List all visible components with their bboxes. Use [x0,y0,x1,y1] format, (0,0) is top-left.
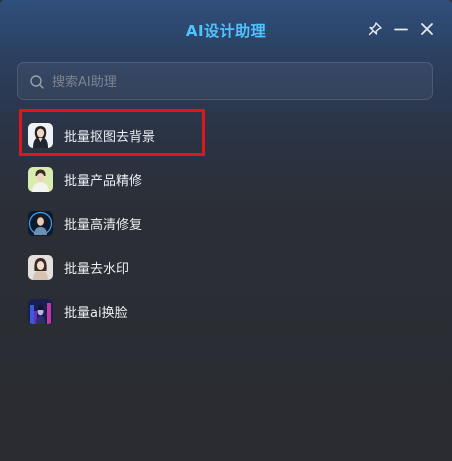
item-label: 批量抠图去背景 [64,129,156,145]
item-label: 批量ai换脸 [64,305,128,321]
minimize-icon [394,28,408,31]
ai-assistant-window: AI设计助理 搜索AI助理 批量抠图去背景 批量产品精修 批量高清修复 批量去水… [0,0,452,461]
avatar-woman-dark-blue-icon [28,210,53,236]
minimize-button[interactable] [391,19,411,39]
list-item-batch-remove-watermark[interactable]: 批量去水印 [0,245,452,289]
item-label: 批量产品精修 [64,173,143,189]
list-item-batch-ai-faceswap[interactable]: 批量ai换脸 [0,289,452,333]
close-icon [421,23,433,35]
search-icon [30,75,44,89]
close-button[interactable] [417,19,437,39]
item-label: 批量高清修复 [64,217,143,233]
avatar-neon-city-icon [28,298,53,324]
search-box[interactable] [17,62,433,101]
pin-icon [368,22,382,36]
search-input[interactable] [50,63,424,101]
list-item-batch-remove-background[interactable]: 批量抠图去背景 [0,113,452,157]
list-item-batch-product-retouch[interactable]: 批量产品精修 [0,157,452,201]
item-label: 批量去水印 [64,261,130,277]
pin-button[interactable] [365,19,385,39]
assistant-list: 批量抠图去背景 批量产品精修 批量高清修复 批量去水印 批量ai换脸 [0,113,452,333]
avatar-woman-white-background-icon [28,122,53,148]
avatar-man-light-green-icon [28,166,53,192]
list-item-batch-hd-restore[interactable]: 批量高清修复 [0,201,452,245]
title-bar: AI设计助理 [0,0,452,60]
avatar-woman-light-icon [28,254,53,280]
